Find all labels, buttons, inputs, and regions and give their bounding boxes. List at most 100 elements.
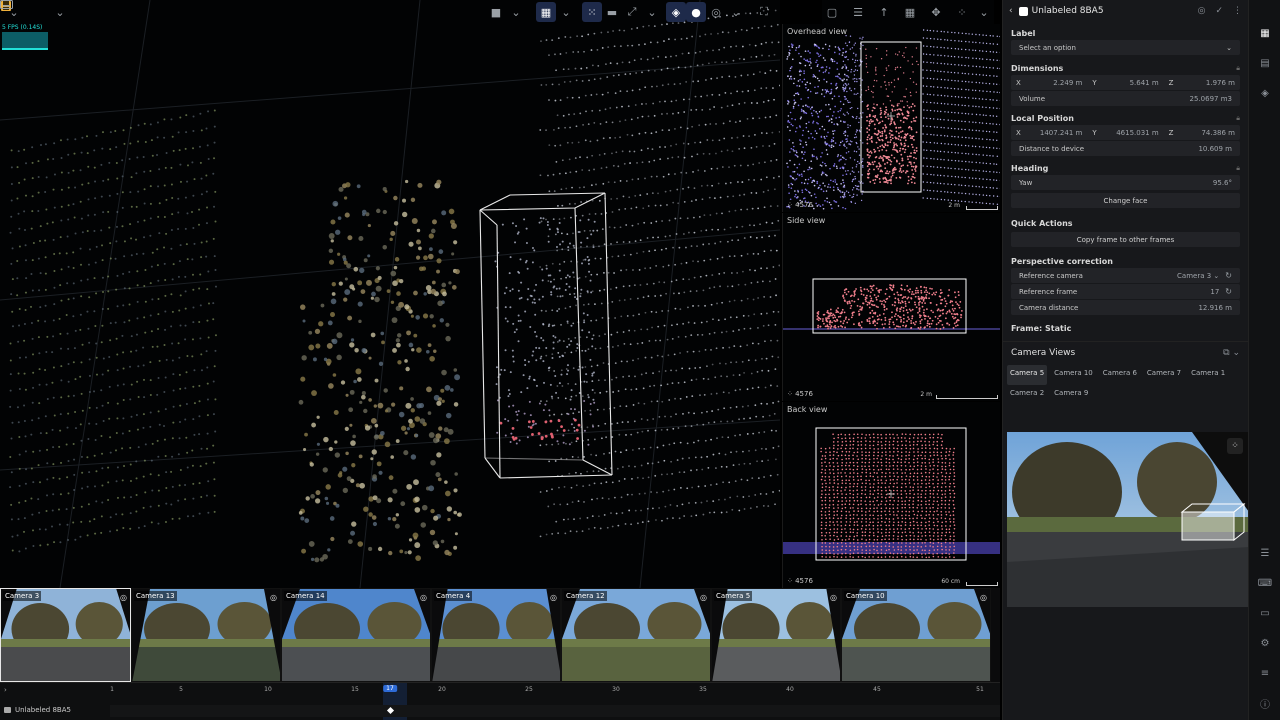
keyboard-icon[interactable] [0, 0, 90, 22]
target-icon[interactable]: ◎ [706, 2, 726, 22]
more-icon[interactable]: ⋮ [1233, 6, 1242, 16]
layers-icon[interactable]: ◈ [666, 2, 686, 22]
side-canvas[interactable] [783, 213, 1000, 401]
arrow-up-icon[interactable]: ↑ [874, 2, 894, 22]
yaw-field[interactable]: Yaw 95.6° [1011, 175, 1240, 190]
lock-icon[interactable]: 🔒︎ [1236, 114, 1240, 123]
document-icon[interactable]: ▤ [1258, 56, 1272, 70]
check-icon[interactable]: ✓ [1215, 6, 1223, 16]
grid-icon[interactable]: ▦ [900, 2, 920, 22]
info-icon[interactable]: ⓘ [1258, 696, 1272, 711]
copy-frame-button[interactable]: Copy frame to other frames [1011, 232, 1240, 247]
pos-z-field[interactable]: Z 74.386 m [1164, 125, 1240, 140]
back-arrow-icon[interactable]: ‹ [1009, 6, 1013, 16]
camera-distance-field: Camera distance 12.916 m [1011, 300, 1240, 315]
target-icon[interactable]: ◎ [980, 593, 987, 602]
reference-camera-field[interactable]: Reference camera Camera 3 ⌄ ↻ [1011, 268, 1240, 283]
camera-tab[interactable]: Camera 7 [1144, 365, 1184, 385]
chevron-down-icon[interactable]: ⌄ [556, 2, 576, 22]
external-link-icon[interactable]: ⧉ [1223, 348, 1229, 358]
lock-icon[interactable]: 🔒︎ [1236, 164, 1240, 173]
change-face-button[interactable]: Change face [1011, 193, 1240, 208]
chevron-down-icon[interactable]: ⌄ [50, 2, 70, 22]
target-icon[interactable]: ◎ [120, 593, 127, 602]
points-icon[interactable]: ⁙ [582, 2, 602, 22]
camera-thumbnail[interactable]: Camera 5 ◎ [711, 588, 841, 682]
chevron-down-icon[interactable]: ⌄ [974, 2, 994, 22]
track-bar[interactable] [110, 705, 1000, 717]
camera-tab[interactable]: Camera 9 [1051, 385, 1091, 405]
sphere-icon[interactable]: ● [686, 2, 706, 22]
list-icon[interactable]: ☰ [1258, 546, 1272, 560]
menu-icon[interactable]: ≡ [1258, 666, 1272, 680]
box-select-icon[interactable]: ▢ [822, 2, 842, 22]
overhead-view[interactable]: Overhead view ⁘ 4576 2 m [782, 24, 1000, 212]
chevron-down-icon[interactable]: ⌄ [1232, 348, 1240, 358]
target-icon[interactable]: ◎ [270, 593, 277, 602]
target-icon[interactable]: ◎ [420, 593, 427, 602]
camera-thumbnail[interactable]: Camera 3 ◎ [0, 588, 131, 682]
camera-thumbnail-label: Camera 3 [3, 591, 42, 601]
pos-y-field[interactable]: Y 4615.031 m [1087, 125, 1163, 140]
chevron-down-icon[interactable]: ⌄ [506, 2, 526, 22]
back-view[interactable]: Back view ⁘ 4576 60 cm [782, 402, 1000, 588]
expand-icon[interactable]: ⤢ [622, 2, 642, 22]
camera-tab[interactable]: Camera 6 [1100, 365, 1140, 385]
target-icon[interactable]: ◎ [1198, 6, 1206, 16]
lock-icon[interactable]: 🔒︎ [1236, 64, 1240, 73]
pos-x-field[interactable]: X 1407.241 m [1011, 125, 1087, 140]
camera-tab[interactable]: Camera 1 [1188, 365, 1228, 385]
chevron-down-icon[interactable]: ⌄ [726, 2, 746, 22]
camera-thumbnail[interactable]: Camera 14 ◎ [281, 588, 431, 682]
grid-layout-icon[interactable]: ▦ [536, 2, 556, 22]
side-count-value: 4576 [795, 390, 813, 398]
camera-tab[interactable]: Camera 5 [1007, 365, 1048, 385]
timeline[interactable]: 1 5 10 15 20 25 30 35 40 45 51 17 Unlabeled 8BA5 › [0, 682, 1000, 720]
label-select[interactable]: Select an option ⌄ [1011, 40, 1240, 55]
fullscreen-icon[interactable]: ⛶ [754, 2, 774, 22]
scatter-icon[interactable]: ⁘ [952, 2, 972, 22]
target-icon[interactable]: ◎ [830, 593, 837, 602]
dim-z-field[interactable]: Z 1.976 m [1164, 75, 1240, 90]
track-label: Unlabeled 8BA5 [15, 706, 71, 714]
video-camera-icon[interactable]: ■ [486, 2, 506, 22]
camera-thumbnail[interactable]: Camera 13 ◎ [131, 588, 281, 682]
list-icon[interactable]: ☰ [848, 2, 868, 22]
camera-tab[interactable]: Camera 10 [1051, 365, 1096, 385]
refresh-icon[interactable]: ↻ [1225, 287, 1232, 296]
expand-arrow-icon[interactable]: › [4, 686, 7, 694]
camera-view-image[interactable]: ⁘ [1007, 432, 1249, 607]
save-icon[interactable] [1, 1, 44, 22]
target-icon[interactable]: ◎ [550, 593, 557, 602]
distance-label: Distance to device [1019, 144, 1085, 153]
camera-tab[interactable]: Camera 2 [1007, 385, 1047, 405]
dim-x-field[interactable]: X 2.249 m [1011, 75, 1087, 90]
camera-thumbnail-label: Camera 12 [564, 591, 607, 601]
record-icon[interactable]: ▬ [602, 2, 622, 22]
point-cloud-canvas[interactable] [0, 0, 780, 588]
dashboard-icon[interactable]: ▦ [1258, 26, 1272, 40]
target-icon[interactable]: ◎ [700, 593, 707, 602]
back-canvas[interactable] [783, 402, 1000, 588]
cube-icon[interactable]: ◈ [1258, 86, 1272, 100]
keyboard-icon[interactable]: ⌨ [1258, 576, 1272, 590]
current-frame-badge[interactable]: 17 [383, 685, 397, 692]
settings-icon[interactable]: ⚙ [1258, 636, 1272, 650]
object-color-swatch[interactable] [1018, 6, 1028, 16]
ref-camera-value[interactable]: Camera 3 ⌄ [1177, 272, 1219, 280]
chevron-down-icon[interactable]: ⌄ [642, 2, 662, 22]
3d-viewport[interactable]: ⌄ ⌄ ■ ⌄ ▦ ⌄ ⁙ ▬ ⤢ ⌄ ◈ ● ◎ ⌄ ⛶ 5 FPS (0.1… [0, 0, 780, 588]
comment-icon[interactable]: ▭ [1258, 606, 1272, 620]
track-row[interactable]: Unlabeled 8BA5 [0, 701, 1000, 719]
scatter-icon[interactable]: ⁘ [1227, 438, 1243, 454]
move-icon[interactable]: ✥ [926, 2, 946, 22]
camera-thumbnail[interactable]: Camera 12 ◎ [561, 588, 711, 682]
side-view[interactable]: Side view ⁘ 4576 2 m [782, 213, 1000, 401]
refresh-icon[interactable]: ↻ [1225, 271, 1232, 280]
overhead-canvas[interactable] [783, 24, 1000, 212]
camera-thumbnail[interactable]: Camera 4 ◎ [431, 588, 561, 682]
camera-thumbnail-image [132, 589, 280, 681]
reference-frame-field[interactable]: Reference frame 17 ↻ [1011, 284, 1240, 299]
dim-y-field[interactable]: Y 5.641 m [1087, 75, 1163, 90]
camera-thumbnail[interactable]: Camera 10 ◎ [841, 588, 991, 682]
